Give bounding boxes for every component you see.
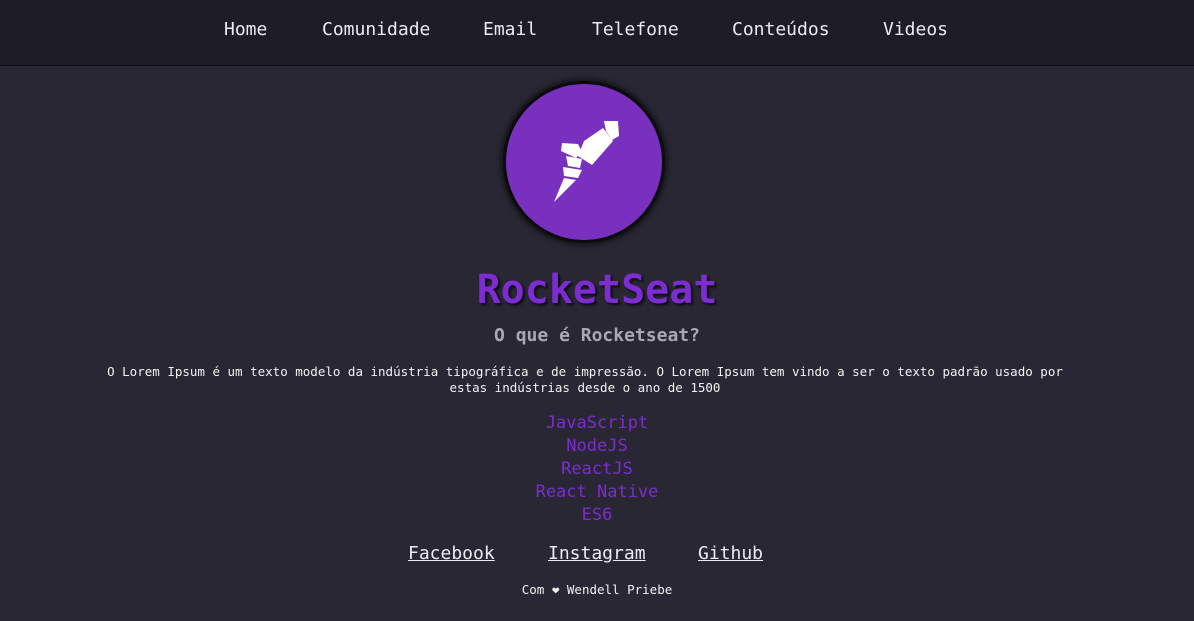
nav-link-home[interactable]: Home — [224, 19, 267, 41]
description-text: O Lorem Ipsum é um texto modelo da indús… — [107, 364, 1063, 395]
nav-link-telefone[interactable]: Telefone — [592, 19, 679, 41]
rocketseat-logo — [503, 81, 665, 243]
page-title: RocketSeat — [476, 267, 718, 313]
github-link[interactable]: Github — [698, 543, 763, 565]
nav-link-email[interactable]: Email — [483, 19, 537, 41]
list-item-react-native: React Native — [535, 482, 659, 502]
list-item-es6: ES6 — [581, 505, 613, 525]
nav-link-comunidade[interactable]: Comunidade — [322, 19, 430, 41]
facebook-link[interactable]: Facebook — [408, 543, 495, 565]
rocket-icon — [554, 121, 619, 202]
top-navbar: Home Comunidade Email Telefone Conteúdos… — [0, 0, 1194, 66]
page-subtitle: O que é Rocketseat? — [494, 325, 700, 346]
nav-link-videos[interactable]: Videos — [883, 19, 948, 41]
instagram-link[interactable]: Instagram — [548, 543, 646, 565]
nav-link-conteudos[interactable]: Conteúdos — [732, 19, 830, 41]
footer-credit: Com ❤ Wendell Priebe — [521, 582, 673, 597]
list-item-reactjs: ReactJS — [561, 459, 633, 479]
list-item-nodejs: NodeJS — [566, 436, 628, 456]
technology-list: JavaScript NodeJS ReactJS React Native E… — [0, 412, 1194, 527]
list-item-javascript: JavaScript — [545, 413, 649, 433]
